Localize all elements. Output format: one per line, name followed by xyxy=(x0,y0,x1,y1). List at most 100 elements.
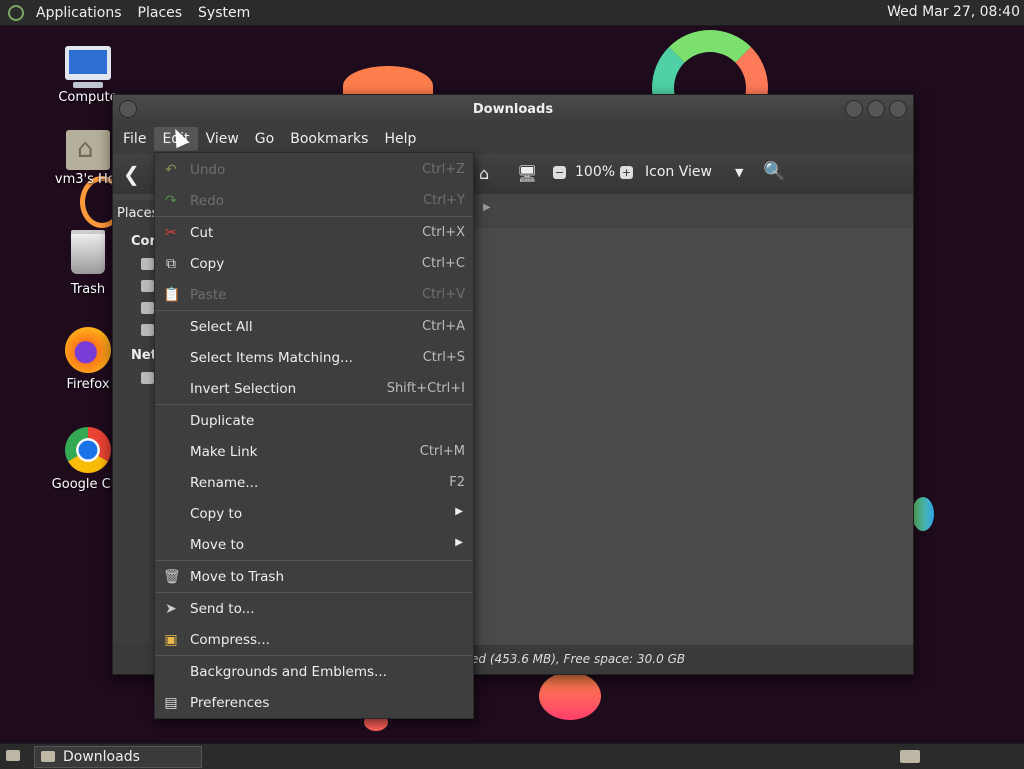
zoom-in-button[interactable]: + xyxy=(620,166,633,179)
menu-item-rename[interactable]: Rename... F2 xyxy=(155,468,473,498)
menu-item-label: Select Items Matching... xyxy=(190,350,353,366)
chevron-right-icon: ▶ xyxy=(455,537,463,548)
applications-menu[interactable]: Applications xyxy=(28,5,130,21)
menu-item-label: Undo xyxy=(190,162,226,178)
menu-item-label: Duplicate xyxy=(190,413,255,429)
workspace-switcher-icon[interactable] xyxy=(900,750,920,763)
menu-item-label: Move to xyxy=(190,537,245,553)
menu-item-undo[interactable]: ↶ Undo Ctrl+Z xyxy=(155,155,473,185)
menu-item-send-to[interactable]: ➤ Send to... xyxy=(155,594,473,624)
close-button[interactable] xyxy=(889,100,907,118)
menu-item-label: Copy to xyxy=(190,506,243,522)
clock[interactable]: Wed Mar 27, 08:40 xyxy=(887,4,1020,20)
status-text: ed (453.6 MB), Free space: 30.0 GB xyxy=(471,652,686,666)
menu-item-select-matching[interactable]: Select Items Matching... Ctrl+S xyxy=(155,343,473,373)
chevron-down-icon[interactable]: ▼ xyxy=(735,166,743,179)
menu-item-accel: Ctrl+A xyxy=(422,319,465,334)
menu-item-copy[interactable]: ⧉ Copy Ctrl+C xyxy=(155,249,473,279)
search-icon[interactable]: 🔍 xyxy=(763,161,785,182)
menu-item-move-to[interactable]: Move to ▶ xyxy=(155,530,473,560)
menu-item-move-to-trash[interactable]: 🗑 Move to Trash xyxy=(155,562,473,592)
menu-help[interactable]: Help xyxy=(376,127,424,151)
wallpaper-blob xyxy=(912,497,934,531)
menu-item-label: Preferences xyxy=(190,695,270,711)
menu-item-invert-selection[interactable]: Invert Selection Shift+Ctrl+I xyxy=(155,374,473,404)
system-menu[interactable]: System xyxy=(190,5,258,21)
menu-separator xyxy=(155,404,473,405)
menu-item-select-all[interactable]: Select All Ctrl+A xyxy=(155,312,473,342)
sidebar: Places Com Netw xyxy=(113,200,169,645)
menu-item-compress[interactable]: ▣ Compress... xyxy=(155,625,473,655)
menu-item-label: Paste xyxy=(190,287,227,303)
window-titlebar[interactable]: Downloads xyxy=(113,95,913,124)
menu-item-label: Invert Selection xyxy=(190,381,297,397)
chrome-icon xyxy=(65,427,111,473)
menu-bookmarks[interactable]: Bookmarks xyxy=(282,127,376,151)
back-arrow-icon[interactable]: ❮ xyxy=(123,162,140,186)
menu-item-accel: Ctrl+V xyxy=(422,287,465,302)
wallpaper-blob xyxy=(539,672,601,720)
archive-icon: ▣ xyxy=(164,632,178,648)
folder-icon xyxy=(41,751,55,762)
window-title: Downloads xyxy=(472,102,554,117)
send-icon: ➤ xyxy=(165,601,177,617)
zoom-out-button[interactable]: − xyxy=(553,166,566,179)
menu-item-label: Rename... xyxy=(190,475,259,491)
menu-item-label: Backgrounds and Emblems... xyxy=(190,664,387,680)
redo-icon: ↷ xyxy=(165,193,177,209)
path-arrow-icon[interactable]: ▶ xyxy=(483,202,491,213)
menu-go[interactable]: Go xyxy=(247,127,282,151)
window-menu-button[interactable] xyxy=(119,100,137,118)
menu-item-label: Make Link xyxy=(190,444,258,460)
undo-icon: ↶ xyxy=(165,162,177,178)
menu-file[interactable]: File xyxy=(115,127,154,151)
menu-item-label: Copy xyxy=(190,256,225,272)
chevron-right-icon: ▶ xyxy=(455,506,463,517)
zoom-level: 100% xyxy=(575,164,616,180)
computer-icon[interactable]: 🖥 xyxy=(517,164,537,183)
menu-view[interactable]: View xyxy=(198,127,247,151)
menu-item-preferences[interactable]: ▤ Preferences xyxy=(155,688,473,718)
menu-item-copy-to[interactable]: Copy to ▶ xyxy=(155,499,473,529)
menu-item-cut[interactable]: ✂ Cut Ctrl+X xyxy=(155,218,473,248)
menu-item-paste[interactable]: 📋 Paste Ctrl+V xyxy=(155,280,473,310)
maximize-button[interactable] xyxy=(867,100,885,118)
edit-menu-dropdown: ↶ Undo Ctrl+Z ↷ Redo Ctrl+Y ✂ Cut Ctrl+X… xyxy=(154,152,474,719)
places-menu[interactable]: Places xyxy=(130,5,191,21)
preferences-icon: ▤ xyxy=(164,695,178,711)
sidebar-home-icon[interactable] xyxy=(141,258,154,270)
paste-icon: 📋 xyxy=(163,287,181,303)
distro-logo-icon[interactable] xyxy=(8,4,24,21)
menu-item-redo[interactable]: ↷ Redo Ctrl+Y xyxy=(155,186,473,216)
trash-icon xyxy=(71,230,105,274)
menu-item-label: Cut xyxy=(190,225,214,241)
top-panel: Applications Places System Wed Mar 27, 0… xyxy=(0,0,1024,26)
menu-separator xyxy=(155,216,473,217)
sidebar-trash-icon[interactable] xyxy=(141,324,154,336)
menu-item-label: Compress... xyxy=(190,632,270,648)
sidebar-desktop-icon[interactable] xyxy=(141,280,154,292)
trash-icon: 🗑 xyxy=(163,569,181,585)
menu-item-accel: Ctrl+X xyxy=(422,225,465,240)
menu-item-accel: Ctrl+M xyxy=(419,444,465,459)
home-icon[interactable]: ⌂ xyxy=(479,164,489,183)
home-folder-icon xyxy=(66,130,110,170)
menu-separator xyxy=(155,310,473,311)
menu-item-accel: Ctrl+S xyxy=(422,350,465,365)
copy-icon: ⧉ xyxy=(166,256,176,272)
minimize-button[interactable] xyxy=(845,100,863,118)
menu-item-accel: Ctrl+C xyxy=(421,256,465,271)
menu-item-make-link[interactable]: Make Link Ctrl+M xyxy=(155,437,473,467)
sidebar-header[interactable]: Places xyxy=(117,206,158,221)
sidebar-network-icon[interactable] xyxy=(141,372,154,384)
menu-item-backgrounds-emblems[interactable]: Backgrounds and Emblems... xyxy=(155,657,473,687)
menu-separator xyxy=(155,560,473,561)
menu-item-accel: Ctrl+Y xyxy=(423,193,465,208)
menu-item-duplicate[interactable]: Duplicate xyxy=(155,406,473,436)
taskbar-button-label: Downloads xyxy=(63,749,140,765)
view-mode-select[interactable]: Icon View xyxy=(645,164,712,180)
show-desktop-icon[interactable] xyxy=(6,750,20,761)
taskbar-button-downloads[interactable]: Downloads xyxy=(34,746,202,768)
sidebar-filesystem-icon[interactable] xyxy=(141,302,154,314)
window-menubar: File Edit View Go Bookmarks Help xyxy=(113,124,913,154)
